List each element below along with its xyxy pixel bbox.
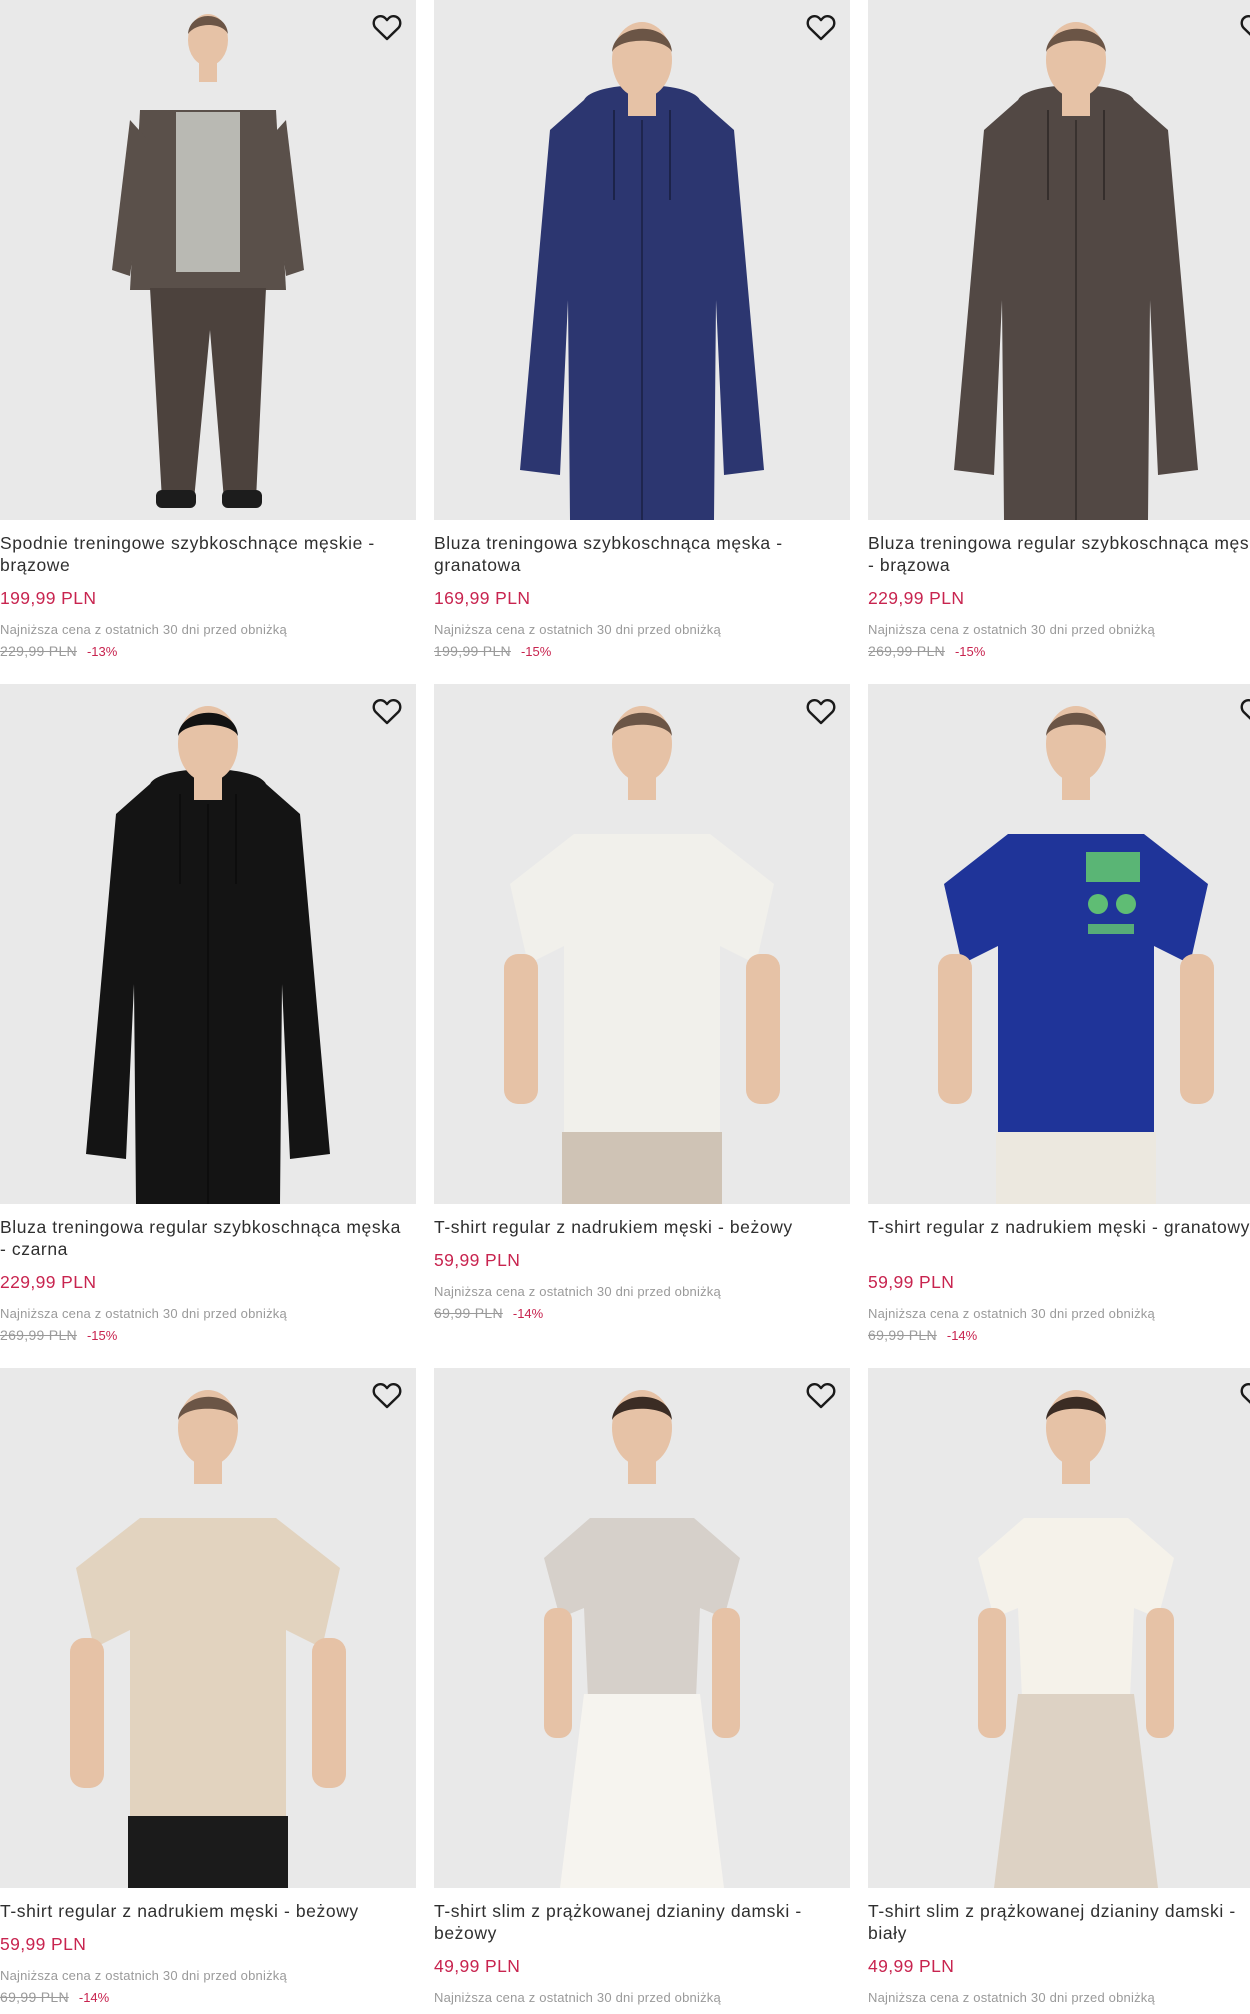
product-title[interactable]: T-shirt regular z nadrukiem męski - gran… [868, 1216, 1250, 1238]
old-price: 269,99 PLN [0, 1327, 77, 1343]
old-price-row: 69,99 PLN -14% [434, 1305, 543, 1321]
old-price: 229,99 PLN [0, 643, 77, 659]
old-price: 69,99 PLN [434, 1305, 503, 1321]
product-price: 59,99 PLN [868, 1272, 955, 1292]
lowest-price-label: Najniższa cena z ostatnich 30 dni przed … [868, 622, 1155, 637]
product-title[interactable]: T-shirt regular z nadrukiem męski - beżo… [0, 1900, 410, 1922]
discount-badge: -14% [78, 1990, 110, 2005]
product-title[interactable]: T-shirt regular z nadrukiem męski - beżo… [434, 1216, 844, 1238]
wishlist-heart-icon[interactable] [1236, 692, 1250, 730]
product-title[interactable]: Bluza treningowa regular szybkoschnąca m… [0, 1216, 410, 1260]
product-title[interactable]: Bluza treningowa szybkoschnąca męska - g… [434, 532, 844, 576]
product-price: 229,99 PLN [868, 588, 965, 608]
wishlist-heart-icon[interactable] [368, 692, 406, 730]
wishlist-heart-icon[interactable] [802, 692, 840, 730]
discount-badge: -14% [946, 1328, 978, 1343]
product-card[interactable]: T-shirt regular z nadrukiem męski - beżo… [0, 1368, 416, 2014]
product-image[interactable] [868, 1368, 1250, 1888]
lowest-price-label: Najniższa cena z ostatnich 30 dni przed … [434, 1990, 721, 2005]
product-price: 229,99 PLN [0, 1272, 97, 1292]
wishlist-heart-icon[interactable] [1236, 1376, 1250, 1414]
product-price: 199,99 PLN [0, 588, 97, 608]
product-image[interactable] [434, 0, 850, 520]
product-card[interactable]: Spodnie treningowe szybkoschnące męskie … [0, 0, 416, 670]
lowest-price-label: Najniższa cena z ostatnich 30 dni przed … [0, 1968, 287, 1983]
lowest-price-label: Najniższa cena z ostatnich 30 dni przed … [0, 622, 287, 637]
product-card[interactable]: T-shirt regular z nadrukiem męski - beżo… [434, 684, 850, 1354]
wishlist-heart-icon[interactable] [802, 8, 840, 46]
product-price: 49,99 PLN [434, 1956, 521, 1976]
wishlist-heart-icon[interactable] [1236, 8, 1250, 46]
old-price: 269,99 PLN [868, 643, 945, 659]
old-price-row: 69,99 PLN -14% [868, 1327, 977, 1343]
product-price: 59,99 PLN [434, 1250, 521, 1270]
lowest-price-label: Najniższa cena z ostatnich 30 dni przed … [868, 1306, 1155, 1321]
product-card[interactable]: T-shirt slim z prążkowanej dzianiny dams… [868, 1368, 1250, 2014]
old-price-row: 269,99 PLN -15% [868, 643, 985, 659]
product-image[interactable] [434, 684, 850, 1204]
product-title[interactable]: Spodnie treningowe szybkoschnące męskie … [0, 532, 410, 576]
old-price-row: 69,99 PLN -14% [0, 1989, 109, 2005]
discount-badge: -15% [520, 644, 552, 659]
product-title[interactable]: T-shirt slim z prążkowanej dzianiny dams… [868, 1900, 1250, 1944]
product-price: 169,99 PLN [434, 588, 531, 608]
product-image[interactable] [0, 684, 416, 1204]
old-price: 199,99 PLN [434, 643, 511, 659]
old-price-row: 229,99 PLN -13% [0, 643, 117, 659]
product-price: 59,99 PLN [0, 1934, 87, 1954]
product-card[interactable]: Bluza treningowa szybkoschnąca męska - g… [434, 0, 850, 670]
product-card[interactable]: Bluza treningowa regular szybkoschnąca m… [0, 684, 416, 1354]
product-card[interactable]: T-shirt slim z prążkowanej dzianiny dams… [434, 1368, 850, 2014]
wishlist-heart-icon[interactable] [368, 8, 406, 46]
wishlist-heart-icon[interactable] [802, 1376, 840, 1414]
product-image[interactable] [0, 0, 416, 520]
product-image[interactable] [868, 684, 1250, 1204]
product-grid: Spodnie treningowe szybkoschnące męskie … [0, 0, 1250, 2014]
lowest-price-label: Najniższa cena z ostatnich 30 dni przed … [0, 1306, 287, 1321]
product-image[interactable] [0, 1368, 416, 1888]
product-card[interactable]: T-shirt regular z nadrukiem męski - gran… [868, 684, 1250, 1354]
old-price-row: 199,99 PLN -15% [434, 643, 551, 659]
product-price: 49,99 PLN [868, 1956, 955, 1976]
wishlist-heart-icon[interactable] [368, 1376, 406, 1414]
discount-badge: -13% [86, 644, 118, 659]
product-title[interactable]: Bluza treningowa regular szybkoschnąca m… [868, 532, 1250, 576]
discount-badge: -15% [86, 1328, 118, 1343]
lowest-price-label: Najniższa cena z ostatnich 30 dni przed … [868, 1990, 1155, 2005]
discount-badge: -14% [512, 1306, 544, 1321]
product-image[interactable] [434, 1368, 850, 1888]
old-price: 69,99 PLN [868, 1327, 937, 1343]
old-price-row: 269,99 PLN -15% [0, 1327, 117, 1343]
discount-badge: -15% [954, 644, 986, 659]
product-title[interactable]: T-shirt slim z prążkowanej dzianiny dams… [434, 1900, 844, 1944]
product-card[interactable]: Bluza treningowa regular szybkoschnąca m… [868, 0, 1250, 670]
product-image[interactable] [868, 0, 1250, 520]
old-price: 69,99 PLN [0, 1989, 69, 2005]
lowest-price-label: Najniższa cena z ostatnich 30 dni przed … [434, 1284, 721, 1299]
lowest-price-label: Najniższa cena z ostatnich 30 dni przed … [434, 622, 721, 637]
